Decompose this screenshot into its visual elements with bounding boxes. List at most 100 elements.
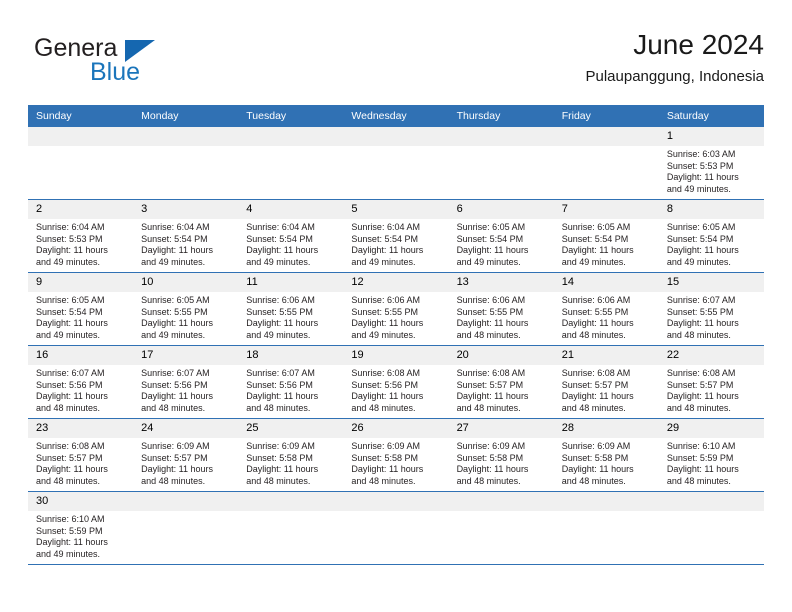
sunrise-text: Sunrise: 6:04 AM (351, 222, 420, 232)
calendar-cell-empty (28, 127, 134, 200)
calendar-table: Sunday Monday Tuesday Wednesday Thursday… (28, 105, 764, 565)
calendar-day-cell[interactable]: 18 Sunrise: 6:07 AM Sunset: 5:56 PM Dayligh… (238, 345, 344, 419)
sunset-text: Sunset: 5:57 PM (561, 379, 629, 390)
calendar-day-cell[interactable]: 21 Sunrise: 6:08 AM Sunset: 5:57 PM Dayligh… (553, 345, 659, 419)
calendar-day-cell[interactable]: 15 Sunrise: 6:07 AM Sunset: 5:55 PM Dayligh… (658, 272, 764, 346)
daylight-text-line2: and 49 minutes. (36, 256, 101, 267)
day-number (133, 492, 239, 511)
sunrise-text: Sunrise: 6:07 AM (666, 295, 736, 305)
day-sun-info: Sunrise: 6:06 AM Sunset: 5:55 PM Daylight:… (554, 292, 659, 341)
calendar-day-cell[interactable]: 24 Sunrise: 6:09 AM Sunset: 5:57 PM Dayligh… (133, 418, 239, 492)
calendar-day-cell[interactable]: 26 Sunrise: 6:09 AM Sunset: 5:58 PM Dayligh… (343, 418, 449, 492)
daylight-text-line2: and 49 minutes. (351, 329, 416, 340)
calendar-day-cell[interactable]: 3 Sunrise: 6:04 AM Sunset: 5:54 PM Daylight… (133, 199, 239, 273)
calendar-day-cell[interactable]: 17 Sunrise: 6:07 AM Sunset: 5:56 PM Dayligh… (133, 345, 239, 419)
day-sun-info: Sunrise: 6:07 AM Sunset: 5:56 PM Daylight:… (28, 365, 133, 414)
calendar-day-cell[interactable]: 7 Sunrise: 6:05 AM Sunset: 5:54 PM Daylight… (553, 199, 659, 273)
day-sun-info: Sunrise: 6:04 AM Sunset: 5:54 PM Daylight:… (133, 219, 238, 268)
daylight-text-line1: Daylight: 11 hours (246, 318, 319, 329)
daylight-text-line1: Daylight: 11 hours (246, 245, 319, 256)
daylight-text-line1: Daylight: 11 hours (456, 391, 529, 402)
daylight-text-line2: and 49 minutes. (36, 548, 101, 559)
calendar-day-cell[interactable]: 13 Sunrise: 6:06 AM Sunset: 5:55 PM Dayligh… (448, 272, 554, 346)
day-sun-info: Sunrise: 6:08 AM Sunset: 5:57 PM Daylight:… (554, 365, 659, 414)
calendar-day-cell[interactable]: 30 Sunrise: 6:10 AM Sunset: 5:59 PM Dayligh… (28, 491, 134, 565)
calendar-body: 1 Sunrise: 6:03 AM Sunset: 5:53 PM Daylight… (28, 127, 764, 565)
day-sun-info: Sunrise: 6:09 AM Sunset: 5:58 PM Daylight:… (554, 438, 659, 487)
daylight-text-line1: Daylight: 11 hours (666, 318, 739, 329)
sunrise-text: Sunrise: 6:09 AM (351, 441, 420, 451)
daylight-text-line2: and 48 minutes. (666, 475, 731, 486)
calendar-cell-empty (553, 491, 659, 565)
weekday-header-wednesday: Wednesday (343, 105, 449, 127)
calendar-day-cell[interactable]: 22 Sunrise: 6:08 AM Sunset: 5:57 PM Dayligh… (658, 345, 764, 419)
calendar-day-cell[interactable]: 11 Sunrise: 6:06 AM Sunset: 5:55 PM Dayligh… (238, 272, 344, 346)
day-sun-info: Sunrise: 6:05 AM Sunset: 5:54 PM Daylight:… (28, 292, 133, 341)
calendar-day-cell[interactable]: 14 Sunrise: 6:06 AM Sunset: 5:55 PM Dayligh… (553, 272, 659, 346)
day-sun-info: Sunrise: 6:08 AM Sunset: 5:57 PM Daylight:… (28, 438, 133, 487)
sunset-text: Sunset: 5:53 PM (666, 160, 734, 171)
daylight-text-line1: Daylight: 11 hours (456, 318, 529, 329)
calendar-day-cell[interactable]: 20 Sunrise: 6:08 AM Sunset: 5:57 PM Dayligh… (448, 345, 554, 419)
day-number: 13 (448, 273, 554, 292)
daylight-text-line1: Daylight: 11 hours (666, 245, 739, 256)
calendar-week-row: 2 Sunrise: 6:04 AM Sunset: 5:53 PM Daylight… (28, 199, 764, 273)
day-sun-info: Sunrise: 6:09 AM Sunset: 5:58 PM Daylight:… (343, 438, 448, 487)
daylight-text-line2: and 48 minutes. (561, 329, 626, 340)
calendar-day-cell[interactable]: 12 Sunrise: 6:06 AM Sunset: 5:55 PM Dayligh… (343, 272, 449, 346)
sunset-text: Sunset: 5:58 PM (351, 452, 418, 463)
day-sun-info: Sunrise: 6:05 AM Sunset: 5:54 PM Daylight:… (554, 219, 659, 268)
daylight-text-line1: Daylight: 11 hours (246, 464, 319, 475)
sunrise-text: Sunrise: 6:08 AM (351, 368, 420, 378)
calendar-day-cell[interactable]: 10 Sunrise: 6:05 AM Sunset: 5:55 PM Dayligh… (133, 272, 239, 346)
sunset-text: Sunset: 5:58 PM (456, 452, 524, 463)
calendar-day-cell[interactable]: 23 Sunrise: 6:08 AM Sunset: 5:57 PM Dayligh… (28, 418, 134, 492)
sunset-text: Sunset: 5:56 PM (36, 379, 103, 390)
calendar-day-cell[interactable]: 2 Sunrise: 6:04 AM Sunset: 5:53 PM Daylight… (28, 199, 134, 273)
calendar-cell-empty (133, 491, 239, 565)
calendar-cell-empty (448, 491, 554, 565)
day-number: 20 (448, 346, 554, 365)
calendar-day-cell[interactable]: 29 Sunrise: 6:10 AM Sunset: 5:59 PM Dayligh… (658, 418, 764, 492)
calendar-day-cell[interactable]: 9 Sunrise: 6:05 AM Sunset: 5:54 PM Daylight… (28, 272, 134, 346)
sunrise-text: Sunrise: 6:06 AM (246, 295, 315, 305)
weekday-header-sunday: Sunday (28, 105, 134, 127)
day-number: 23 (28, 419, 134, 438)
daylight-text-line1: Daylight: 11 hours (141, 391, 214, 402)
sunrise-text: Sunrise: 6:05 AM (141, 295, 210, 305)
sunrise-text: Sunrise: 6:05 AM (561, 222, 631, 232)
calendar-day-cell[interactable]: 27 Sunrise: 6:09 AM Sunset: 5:58 PM Dayligh… (448, 418, 554, 492)
calendar-day-cell[interactable]: 19 Sunrise: 6:08 AM Sunset: 5:56 PM Dayligh… (343, 345, 449, 419)
day-number: 28 (553, 419, 659, 438)
calendar-day-cell[interactable]: 1 Sunrise: 6:03 AM Sunset: 5:53 PM Daylight… (658, 127, 764, 200)
calendar-day-cell[interactable]: 25 Sunrise: 6:09 AM Sunset: 5:58 PM Dayligh… (238, 418, 344, 492)
day-sun-info: Sunrise: 6:09 AM Sunset: 5:58 PM Daylight:… (449, 438, 554, 487)
day-sun-info: Sunrise: 6:06 AM Sunset: 5:55 PM Daylight:… (343, 292, 448, 341)
day-number (343, 492, 449, 511)
day-sun-info: Sunrise: 6:05 AM Sunset: 5:54 PM Daylight:… (659, 219, 764, 268)
daylight-text-line1: Daylight: 11 hours (141, 245, 214, 256)
sunset-text: Sunset: 5:58 PM (561, 452, 629, 463)
calendar-day-cell[interactable]: 28 Sunrise: 6:09 AM Sunset: 5:58 PM Dayligh… (553, 418, 659, 492)
day-sun-info: Sunrise: 6:06 AM Sunset: 5:55 PM Daylight:… (449, 292, 554, 341)
title-block: June 2024 Pulaupanggung, Indonesia (586, 28, 765, 88)
sunrise-text: Sunrise: 6:05 AM (36, 295, 105, 305)
sunset-text: Sunset: 5:58 PM (246, 452, 313, 463)
day-sun-info: Sunrise: 6:04 AM Sunset: 5:53 PM Daylight:… (28, 219, 133, 268)
day-number: 30 (28, 492, 134, 511)
sunset-text: Sunset: 5:54 PM (456, 233, 524, 244)
calendar-day-cell[interactable]: 4 Sunrise: 6:04 AM Sunset: 5:54 PM Daylight… (238, 199, 344, 273)
calendar-day-cell[interactable]: 8 Sunrise: 6:05 AM Sunset: 5:54 PM Daylight… (658, 199, 764, 273)
sunrise-text: Sunrise: 6:09 AM (456, 441, 526, 451)
weekday-header-saturday: Saturday (658, 105, 764, 127)
calendar-cell-empty (238, 127, 344, 200)
calendar-week-row: 9 Sunrise: 6:05 AM Sunset: 5:54 PM Daylight… (28, 272, 764, 346)
day-number (238, 492, 344, 511)
calendar-day-cell[interactable]: 5 Sunrise: 6:04 AM Sunset: 5:54 PM Daylight… (343, 199, 449, 273)
page-subtitle: Pulaupanggung, Indonesia (585, 68, 765, 85)
daylight-text-line1: Daylight: 11 hours (351, 318, 424, 329)
daylight-text-line2: and 49 minutes. (246, 256, 311, 267)
calendar-day-cell[interactable]: 16 Sunrise: 6:07 AM Sunset: 5:56 PM Dayligh… (28, 345, 134, 419)
calendar-day-cell[interactable]: 6 Sunrise: 6:05 AM Sunset: 5:54 PM Daylight… (448, 199, 554, 273)
general-blue-logo[interactable]: General Blue (28, 34, 248, 94)
